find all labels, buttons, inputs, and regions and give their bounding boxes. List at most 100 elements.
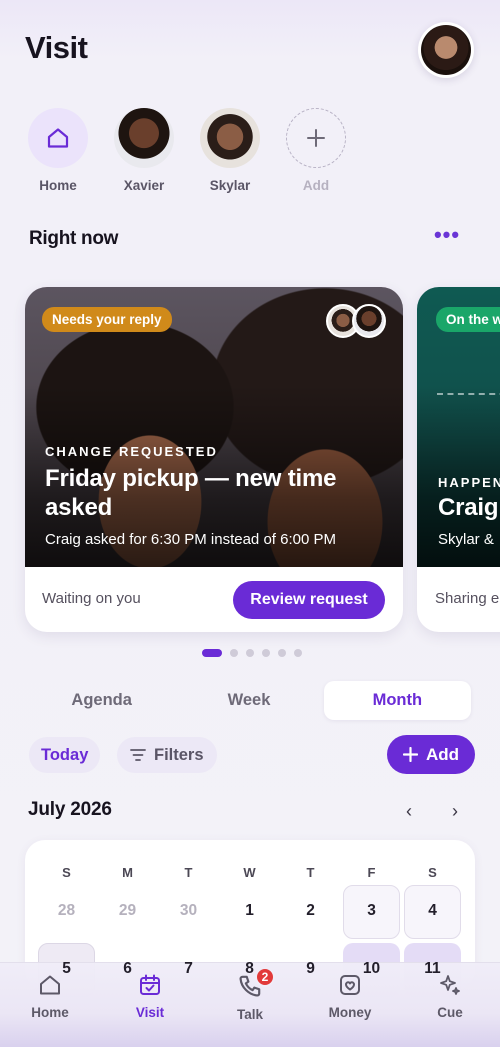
- person-label-skylar: Skylar: [209, 178, 251, 193]
- person-add[interactable]: Add: [286, 108, 346, 193]
- carousel-dots: [202, 649, 302, 657]
- next-month-button[interactable]: ›: [440, 796, 470, 826]
- home-icon: [47, 128, 69, 148]
- carousel-dot[interactable]: [230, 649, 238, 657]
- nav-label-money: Money: [328, 1005, 372, 1020]
- route-dashes: [437, 393, 500, 395]
- more-options-button[interactable]: •••: [424, 212, 470, 258]
- home-circle: [28, 108, 88, 168]
- weekday-label: F: [367, 865, 376, 880]
- day-number: 2: [306, 902, 315, 919]
- carousel-dot[interactable]: [262, 649, 270, 657]
- request-card[interactable]: Needs your reply CHANGE REQUESTED Friday…: [25, 287, 403, 632]
- prev-month-button[interactable]: ‹: [394, 796, 424, 826]
- day-number: 4: [428, 902, 437, 919]
- month-title: July 2026: [28, 799, 112, 820]
- day-number: 1: [245, 902, 254, 919]
- person-home[interactable]: Home: [28, 108, 88, 193]
- day-number: 28: [57, 902, 76, 919]
- filters-button[interactable]: Filters: [117, 737, 217, 773]
- ellipsis-icon: •••: [433, 222, 461, 247]
- weekday-label: W: [243, 865, 256, 880]
- person-label-home: Home: [39, 178, 77, 193]
- calendar-day[interactable]: 29: [97, 882, 158, 940]
- nav-cue[interactable]: Cue: [400, 963, 500, 1047]
- calendar-check-icon: [140, 974, 160, 995]
- card-subline: Skylar &: [438, 531, 494, 548]
- page-title: Visit: [25, 30, 88, 65]
- calendar-day[interactable]: 4: [402, 882, 463, 940]
- carousel-dot[interactable]: [246, 649, 254, 657]
- today-button[interactable]: Today: [29, 737, 101, 773]
- filter-icon: [130, 749, 146, 761]
- skylar-avatar: [200, 108, 260, 168]
- sparkle-icon: [440, 975, 460, 995]
- card-footer-text: Sharing e: [435, 590, 500, 607]
- wallet-icon: [340, 975, 360, 995]
- calendar-day[interactable]: 1: [219, 882, 280, 940]
- card-footer: Waiting on you Review request: [25, 567, 403, 632]
- day-number: 3: [367, 902, 376, 919]
- add-person-circle: [286, 108, 346, 168]
- calendar-day[interactable]: 30: [158, 882, 219, 940]
- chevron-left-icon: ‹: [406, 800, 412, 821]
- home-icon: [40, 975, 60, 995]
- profile-avatar[interactable]: [418, 22, 474, 78]
- day-number: 7: [184, 960, 193, 977]
- card-footer-text: Waiting on you: [42, 590, 141, 607]
- card-headline: Craig: [438, 494, 499, 521]
- status-badge: Needs your reply: [42, 307, 172, 332]
- nav-label-talk: Talk: [236, 1007, 263, 1022]
- calendar-day[interactable]: 2: [280, 882, 341, 940]
- unread-badge: 2: [255, 967, 275, 987]
- nav-money[interactable]: Money: [300, 963, 400, 1047]
- weekday-label: S: [62, 865, 71, 880]
- card-headline: Friday pickup — new time asked: [45, 465, 337, 521]
- next-card[interactable]: On the w HAPPEN Craig Skylar & Sharing e: [417, 287, 500, 632]
- add-label: Add: [425, 744, 460, 764]
- filters-label: Filters: [154, 745, 204, 764]
- participants-avatars: [326, 304, 386, 338]
- day-number: 8: [245, 960, 254, 977]
- day-number: 5: [62, 960, 71, 977]
- person-label-xavier: Xavier: [123, 178, 165, 193]
- weekday-label: T: [184, 865, 193, 880]
- card-eyebrow: CHANGE REQUESTED: [45, 444, 218, 459]
- tab-week[interactable]: Week: [175, 680, 322, 721]
- visit-screen: Visit Home Xavier Skylar Add Right now •…: [0, 0, 500, 1047]
- day-number: 11: [424, 960, 441, 977]
- plus-icon: [402, 747, 418, 762]
- tab-agenda[interactable]: Agenda: [28, 680, 175, 721]
- card-subline: Craig asked for 6:30 PM instead of 6:00 …: [45, 531, 336, 548]
- person-label-add: Add: [302, 178, 330, 193]
- weekday-label: M: [122, 865, 133, 880]
- carousel-dot[interactable]: [202, 649, 222, 657]
- calendar-day[interactable]: 28: [36, 882, 97, 940]
- user-avatar-image: [421, 25, 471, 75]
- plus-icon: [307, 129, 325, 147]
- xavier-mini-avatar: [352, 304, 386, 338]
- day-number: 29: [118, 902, 137, 919]
- weekday-label: S: [428, 865, 437, 880]
- day-number: 10: [362, 960, 381, 977]
- nav-label-visit: Visit: [135, 1005, 165, 1020]
- person-xavier[interactable]: Xavier: [114, 108, 174, 193]
- nav-home[interactable]: Home: [0, 963, 100, 1047]
- nav-label-cue: Cue: [437, 1005, 463, 1020]
- calendar-day[interactable]: 3: [341, 882, 402, 940]
- day-number: 6: [123, 960, 132, 977]
- right-now-title: Right now: [29, 228, 119, 249]
- add-event-button[interactable]: Add: [387, 735, 475, 774]
- review-request-button[interactable]: Review request: [233, 581, 385, 619]
- weekday-label: T: [306, 865, 315, 880]
- status-badge: On the w: [436, 307, 500, 332]
- card-eyebrow: HAPPEN: [438, 475, 500, 490]
- carousel-dot[interactable]: [294, 649, 302, 657]
- nav-label-home: Home: [31, 1005, 69, 1020]
- calendar-view-tabs: Agenda Week Month: [28, 680, 472, 721]
- person-skylar[interactable]: Skylar: [200, 108, 260, 193]
- card-footer: Sharing e: [417, 567, 500, 632]
- carousel-dot[interactable]: [278, 649, 286, 657]
- tab-month[interactable]: Month: [323, 681, 471, 720]
- chevron-right-icon: ›: [452, 800, 458, 821]
